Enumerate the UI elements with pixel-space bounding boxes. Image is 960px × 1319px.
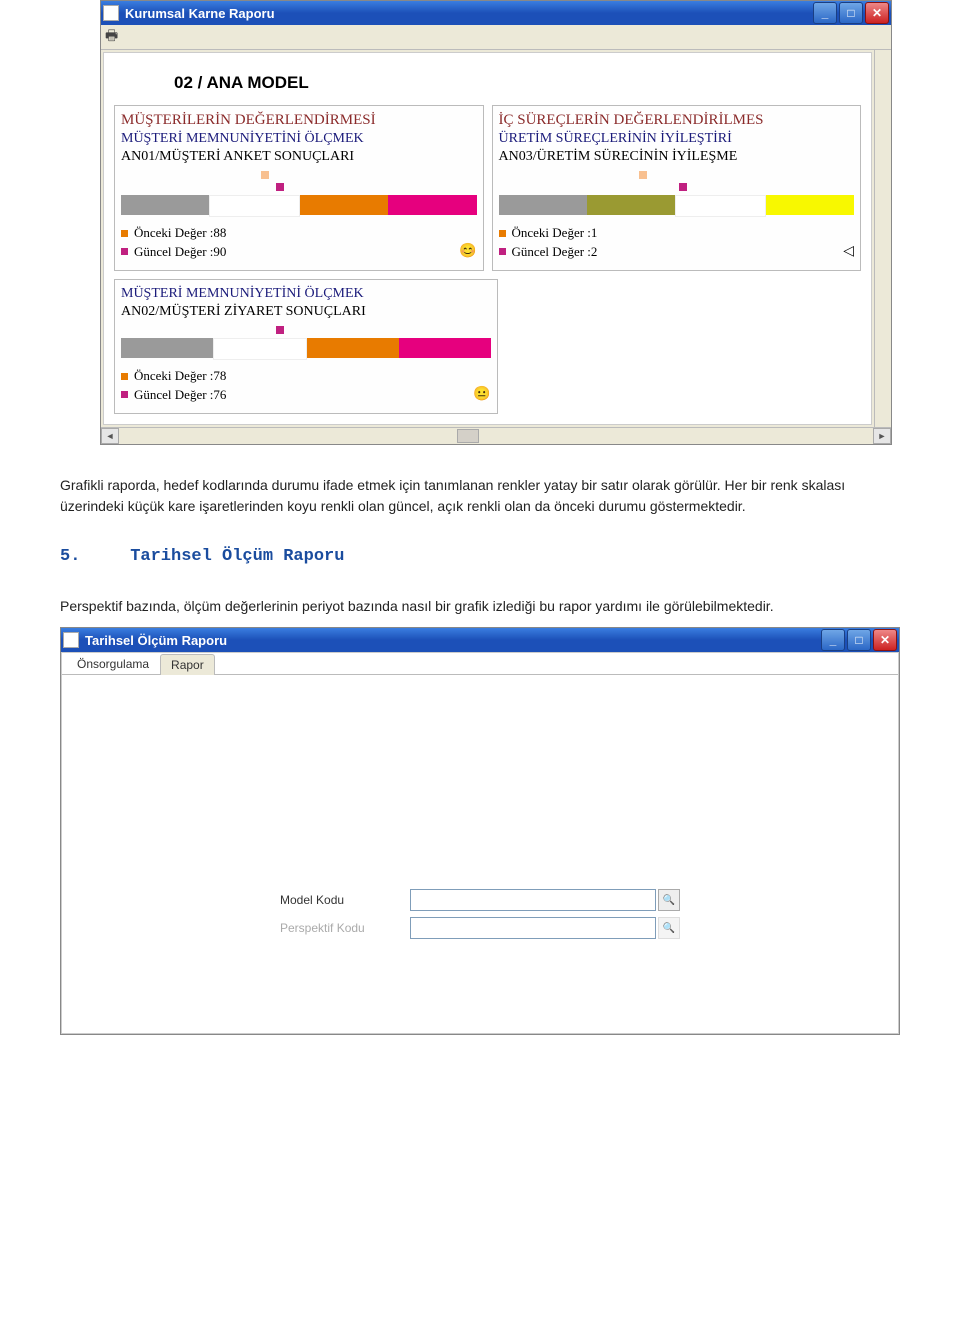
scroll-thumb[interactable] (457, 429, 479, 443)
prev-value-label: Önceki Değer :78 (134, 368, 226, 384)
report-body: 02 / ANA MODEL MÜŞTERİLERİN DEĞERLENDİRM… (103, 52, 872, 425)
swatch-curr-icon (121, 391, 128, 398)
measure-title: AN02/MÜŞTERİ ZİYARET SONUÇLARI (121, 304, 491, 320)
marker-curr (276, 183, 284, 191)
horizontal-scrollbar[interactable]: ◄ ► (101, 427, 891, 444)
section-title: Tarihsel Ölçüm Raporu (130, 547, 344, 566)
marker-curr (276, 326, 284, 334)
perspective-title: MÜŞTERİLERİN DEĞERLENDİRMESİ (121, 112, 477, 129)
curr-value-label: Güncel Değer :76 (134, 387, 226, 403)
color-scale-2 (499, 195, 855, 215)
prev-value-label: Önceki Değer :1 (512, 225, 598, 241)
toolbar-1: 🖶 (101, 25, 891, 50)
curr-value-label: Güncel Değer :90 (134, 244, 226, 260)
tab-rapor[interactable]: Rapor (160, 654, 215, 675)
section-number: 5. (60, 547, 120, 566)
titlebar-2: Tarihsel Ölçüm Raporu _ □ ✕ (61, 628, 899, 652)
color-scale-1 (121, 195, 477, 215)
maximize-button[interactable]: □ (847, 629, 871, 651)
scorecard-1: MÜŞTERİLERİN DEĞERLENDİRMESİ MÜŞTERİ MEM… (114, 105, 484, 271)
perspektif-kodu-lookup-icon: 🔍 (658, 917, 680, 939)
vertical-scrollbar[interactable] (874, 50, 891, 427)
minimize-button[interactable]: _ (813, 2, 837, 24)
measure-title: AN03/ÜRETİM SÜRECİNİN İYİLEŞME (499, 149, 855, 165)
window-title-2: Tarihsel Ölçüm Raporu (85, 633, 821, 648)
print-icon[interactable]: 🖶 (105, 25, 118, 49)
perspektif-kodu-input[interactable] (410, 917, 656, 939)
window2-body: Önsorgulama Rapor Model Kodu 🔍 Perspekti… (61, 652, 899, 1034)
app-icon (63, 632, 79, 648)
swatch-prev-icon (121, 230, 128, 237)
status-emoji: ◁ (843, 243, 854, 260)
marker-curr (679, 183, 687, 191)
scroll-left-icon[interactable]: ◄ (101, 428, 119, 444)
close-button[interactable]: ✕ (865, 2, 889, 24)
model-kodu-input[interactable] (410, 889, 656, 911)
section-heading: 5. Tarihsel Ölçüm Raporu (60, 547, 900, 566)
marker-prev (261, 171, 269, 179)
swatch-prev-icon (499, 230, 506, 237)
scorecard-2: İÇ SÜREÇLERİN DEĞERLENDİRİLMES ÜRETİM SÜ… (492, 105, 862, 271)
perspective-title: İÇ SÜREÇLERİN DEĞERLENDİRİLMES (499, 112, 855, 129)
curr-value-label: Güncel Değer :2 (512, 244, 598, 260)
swatch-curr-icon (121, 248, 128, 255)
close-button[interactable]: ✕ (873, 629, 897, 651)
model-kodu-lookup-icon[interactable]: 🔍 (658, 889, 680, 911)
minimize-button[interactable]: _ (821, 629, 845, 651)
report-title: 02 / ANA MODEL (174, 73, 861, 93)
objective-title: MÜŞTERİ MEMNUNİYETİNİ ÖLÇMEK (121, 131, 477, 147)
app-icon (103, 5, 119, 21)
perspektif-kodu-label: Perspektif Kodu (280, 921, 410, 935)
objective-title: MÜŞTERİ MEMNUNİYETİNİ ÖLÇMEK (121, 286, 491, 302)
status-emoji: 😊 (459, 243, 476, 260)
swatch-curr-icon (499, 248, 506, 255)
window-title-1: Kurumsal Karne Raporu (125, 6, 813, 21)
color-scale-3 (121, 338, 491, 358)
maximize-button[interactable]: □ (839, 2, 863, 24)
scorecard-3: MÜŞTERİ MEMNUNİYETİNİ ÖLÇMEK AN02/MÜŞTER… (114, 279, 498, 414)
report-window-2: Tarihsel Ölçüm Raporu _ □ ✕ Önsorgulama … (60, 627, 900, 1035)
measure-title: AN01/MÜŞTERİ ANKET SONUÇLARI (121, 149, 477, 165)
scroll-right-icon[interactable]: ► (873, 428, 891, 444)
status-emoji: 😐 (473, 386, 490, 403)
titlebar-1: Kurumsal Karne Raporu _ □ ✕ (101, 1, 891, 25)
tab-onsorgulama[interactable]: Önsorgulama (66, 653, 160, 674)
swatch-prev-icon (121, 373, 128, 380)
report-window-1: Kurumsal Karne Raporu _ □ ✕ 🖶 02 / ANA M… (100, 0, 892, 445)
doc-paragraph-1: Grafikli raporda, hedef kodlarında durum… (60, 475, 900, 517)
marker-prev (639, 171, 647, 179)
doc-paragraph-2: Perspektif bazında, ölçüm değerlerinin p… (60, 596, 900, 617)
model-kodu-label: Model Kodu (280, 893, 410, 907)
prev-value-label: Önceki Değer :88 (134, 225, 226, 241)
objective-title: ÜRETİM SÜREÇLERİNİN İYİLEŞTİRİ (499, 131, 855, 147)
